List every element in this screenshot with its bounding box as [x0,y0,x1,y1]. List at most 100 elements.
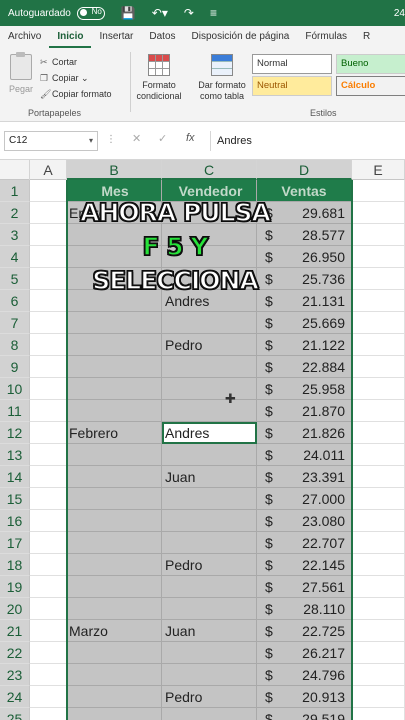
header-mes[interactable]: Mes [67,180,162,202]
cell-ventas[interactable]: $21.122 [257,334,352,356]
cell-mes[interactable] [67,642,162,664]
row-number[interactable]: 8 [0,334,30,356]
cell[interactable] [30,356,67,378]
cell-ventas[interactable]: $28.577 [257,224,352,246]
cell[interactable] [352,576,405,598]
row-number[interactable]: 10 [0,378,30,400]
cell[interactable] [30,180,67,202]
cell-vendedor[interactable] [162,268,257,290]
cell[interactable] [30,488,67,510]
cell-ventas[interactable]: $23.391 [257,466,352,488]
cell[interactable] [352,290,405,312]
tab-inicio[interactable]: Inicio [49,26,92,48]
cell[interactable] [30,268,67,290]
tab-insertar[interactable]: Insertar [91,26,141,48]
cell[interactable] [352,180,405,202]
active-cell[interactable]: Andres [162,422,257,444]
cell-vendedor[interactable] [162,378,257,400]
cell[interactable] [30,334,67,356]
row-number[interactable]: 17 [0,532,30,554]
cell[interactable] [30,246,67,268]
cell-ventas[interactable]: $26.950 [257,246,352,268]
cell[interactable] [352,664,405,686]
cell-mes[interactable] [67,488,162,510]
style-calculo[interactable]: Cálculo [336,76,405,96]
cell[interactable] [352,246,405,268]
cell-ventas[interactable]: $24.796 [257,664,352,686]
cell[interactable] [352,686,405,708]
cell-mes[interactable] [67,400,162,422]
cell-mes[interactable]: Febrero [67,422,162,444]
chevron-down-icon[interactable]: ▾ [89,132,93,150]
cell-mes[interactable] [67,356,162,378]
cell[interactable] [352,202,405,224]
cell-ventas[interactable]: $22.725 [257,620,352,642]
cell-vendedor[interactable]: Pedro [162,554,257,576]
cell[interactable] [352,444,405,466]
cell-mes[interactable] [67,290,162,312]
cell-vendedor[interactable] [162,202,257,224]
cancel-icon[interactable]: ✕ [132,132,141,145]
cell-ventas[interactable]: $25.669 [257,312,352,334]
style-neutral[interactable]: Neutral [252,76,332,96]
cell[interactable] [30,444,67,466]
cell-ventas[interactable]: $20.913 [257,686,352,708]
column-header-e[interactable]: E [352,160,405,180]
cell-ventas[interactable]: $23.080 [257,510,352,532]
paste-button[interactable]: Pegar [6,52,36,94]
row-number[interactable]: 19 [0,576,30,598]
cell[interactable] [352,334,405,356]
row-number[interactable]: 1 [0,180,30,202]
cell[interactable] [30,598,67,620]
cell-mes[interactable] [67,378,162,400]
cell[interactable] [352,554,405,576]
format-painter-button[interactable]: 🖌Copiar formato [40,86,112,102]
style-bueno[interactable]: Bueno [336,54,405,74]
cell[interactable] [30,554,67,576]
cell-mes[interactable] [67,708,162,720]
undo-icon[interactable]: ↶▾ [152,6,168,20]
cell-vendedor[interactable] [162,708,257,720]
row-number[interactable]: 5 [0,268,30,290]
header-vendedor[interactable]: Vendedor [162,180,257,202]
cell-mes[interactable] [67,224,162,246]
column-header-a[interactable]: A [30,160,67,180]
row-number[interactable]: 13 [0,444,30,466]
cell[interactable] [352,224,405,246]
cell-vendedor[interactable]: Pedro [162,334,257,356]
cell[interactable] [352,510,405,532]
cell[interactable] [30,664,67,686]
cell-vendedor[interactable] [162,400,257,422]
conditional-format-button[interactable]: Formato condicional [134,54,184,102]
row-number[interactable]: 16 [0,510,30,532]
cell[interactable] [352,356,405,378]
format-as-table-button[interactable]: Dar formato como tabla [194,54,250,102]
cell-mes[interactable]: Marzo [67,620,162,642]
cell-ventas[interactable]: $21.870 [257,400,352,422]
cell-mes[interactable] [67,554,162,576]
cell[interactable] [352,466,405,488]
cell-mes[interactable] [67,444,162,466]
cell[interactable] [352,400,405,422]
insert-function-icon[interactable]: fx [186,132,195,144]
row-number[interactable]: 9 [0,356,30,378]
cell[interactable] [352,268,405,290]
cell[interactable] [352,642,405,664]
cell-mes[interactable] [67,576,162,598]
cell[interactable] [30,466,67,488]
cell-vendedor[interactable] [162,488,257,510]
row-number[interactable]: 3 [0,224,30,246]
cell-vendedor[interactable]: Juan [162,620,257,642]
cell[interactable] [30,400,67,422]
cell-ventas[interactable]: $27.000 [257,488,352,510]
cell-vendedor[interactable] [162,510,257,532]
cell[interactable] [352,488,405,510]
row-number[interactable]: 2 [0,202,30,224]
cell-vendedor[interactable] [162,664,257,686]
cell[interactable] [352,620,405,642]
cell-ventas[interactable]: $21.826 [257,422,352,444]
row-number[interactable]: 18 [0,554,30,576]
cell[interactable] [30,422,67,444]
cell-mes[interactable] [67,532,162,554]
cell-mes[interactable] [67,312,162,334]
